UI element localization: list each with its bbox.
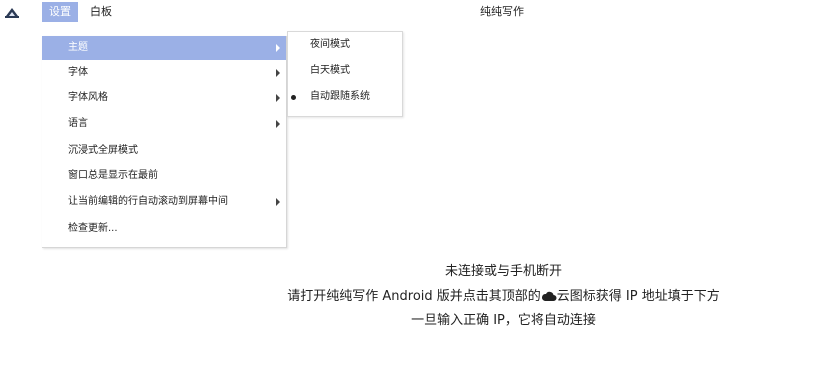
menu-item-label: 语言 [68,118,88,129]
window-title: 纯纯写作 [480,5,524,18]
menu-item-font[interactable]: 字体 [42,61,286,85]
menu-item-label: 字体 [68,67,88,78]
theme-submenu: 夜间模式 白天模式 自动跟随系统 [287,31,403,117]
menu-whiteboard[interactable]: 白板 [90,2,112,22]
submenu-item-label: 白天模式 [310,65,350,76]
menu-item-theme[interactable]: 主题 [42,36,286,60]
cloud-icon [541,291,557,301]
chevron-right-icon [276,94,280,102]
menu-item-immersive-fullscreen[interactable]: 沉浸式全屏模式 [42,139,286,163]
menu-item-label: 窗口总是显示在最前 [68,170,158,181]
menu-item-check-updates[interactable]: 检查更新... [42,217,286,241]
instructions-text-before: 请打开纯纯写作 Android 版并点击其顶部的 [287,289,541,304]
instructions-text-after: 云图标获得 IP 地址填于下方 [556,289,720,304]
connection-status: 未连接或与手机断开 [444,264,562,279]
chevron-right-icon [276,198,280,206]
menu-item-language[interactable]: 语言 [42,112,286,136]
submenu-item-day-mode[interactable]: 白天模式 [288,58,402,84]
chevron-right-icon [276,120,280,128]
menu-item-label: 检查更新... [68,223,118,234]
menu-item-label: 字体风格 [68,92,108,103]
app-logo-icon[interactable] [4,4,20,20]
chevron-right-icon [276,44,280,52]
menu-settings[interactable]: 设置 [42,2,78,22]
settings-dropdown: 主题 字体 字体风格 语言 沉浸式全屏模式 窗口总是显示在最前 让当前编辑的行自… [42,36,287,248]
menu-bar: 设置 白板 纯纯写作 [0,0,817,24]
menu-item-always-on-top[interactable]: 窗口总是显示在最前 [42,164,286,188]
submenu-item-label: 夜间模式 [310,39,350,50]
menu-item-label: 让当前编辑的行自动滚动到屏幕中间 [68,196,228,207]
submenu-item-label: 自动跟随系统 [310,91,370,102]
chevron-right-icon [276,69,280,77]
menu-item-label: 主题 [68,42,88,53]
menu-item-font-style[interactable]: 字体风格 [42,86,286,110]
connection-instructions: 请打开纯纯写作 Android 版并点击其顶部的 云图标获得 IP 地址填于下方 [95,285,817,304]
auto-connect-hint: 一旦输入正确 IP，它将自动连接 [411,313,596,328]
submenu-item-night-mode[interactable]: 夜间模式 [288,32,402,58]
menu-item-label: 沉浸式全屏模式 [68,145,138,156]
radio-dot-icon [291,95,296,100]
submenu-item-follow-system[interactable]: 自动跟随系统 [288,84,402,110]
menu-item-center-scroll[interactable]: 让当前编辑的行自动滚动到屏幕中间 [42,190,286,214]
